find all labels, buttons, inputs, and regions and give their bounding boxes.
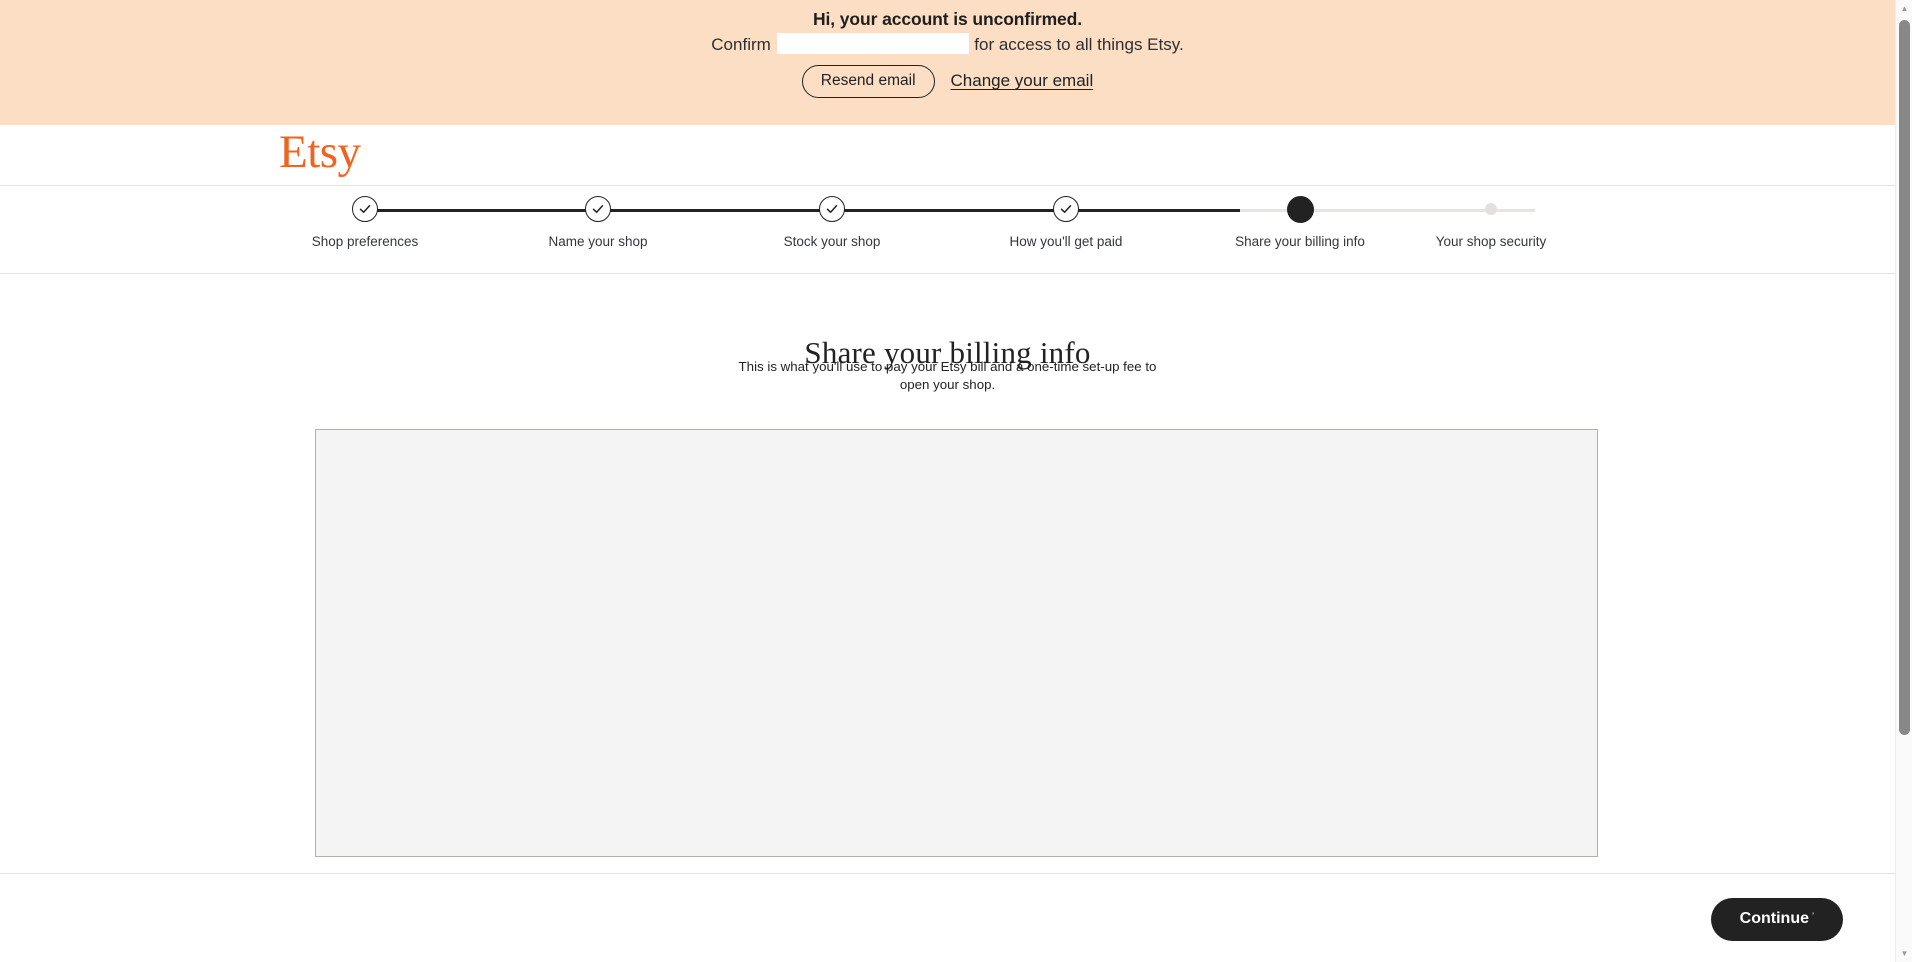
continue-caret-icon: ’: [1812, 911, 1814, 921]
billing-info-panel[interactable]: [315, 429, 1598, 857]
banner-line-prefix: Confirm: [711, 35, 771, 54]
banner-confirm-line: Confirm for access to all things Etsy.: [0, 33, 1895, 55]
continue-button[interactable]: Continue’: [1710, 898, 1843, 941]
change-email-link[interactable]: Change your email: [951, 71, 1094, 91]
step-label: Name your shop: [548, 234, 648, 249]
banner-actions: Resend email Change your email: [0, 65, 1895, 98]
step-stock-your-shop[interactable]: Stock your shop: [732, 186, 932, 249]
step-label: How you'll get paid: [1009, 234, 1123, 249]
scrollbar-thumb[interactable]: [1899, 20, 1910, 735]
page-content: Hi, your account is unconfirmed. Confirm…: [0, 0, 1895, 962]
resend-email-button[interactable]: Resend email: [801, 65, 935, 98]
scroll-down-arrow-icon[interactable]: ▼: [1896, 945, 1912, 962]
banner-line-suffix: for access to all things Etsy.: [974, 35, 1184, 54]
check-icon: [1053, 196, 1079, 222]
step-name-your-shop[interactable]: Name your shop: [498, 186, 698, 249]
step-label: Shop preferences: [311, 234, 419, 249]
step-node: [732, 186, 932, 232]
etsy-logo[interactable]: Etsy: [279, 129, 361, 176]
step-node: [1391, 186, 1591, 232]
current-step-dot-icon: [1286, 195, 1314, 223]
step-label: Stock your shop: [783, 234, 881, 249]
main-content: Share your billing info This is what you…: [0, 274, 1895, 886]
continue-label: Continue: [1739, 910, 1809, 927]
step-share-your-billing-info[interactable]: Share your billing info: [1200, 186, 1400, 249]
upcoming-step-dot-icon: [1485, 203, 1497, 215]
check-icon: [585, 196, 611, 222]
scroll-up-arrow-icon[interactable]: ▲: [1896, 0, 1912, 17]
step-shop-preferences[interactable]: Shop preferences: [265, 186, 465, 249]
check-icon: [819, 196, 845, 222]
browser-viewport: Hi, your account is unconfirmed. Confirm…: [0, 0, 1912, 962]
step-node: [265, 186, 465, 232]
step-node: [498, 186, 698, 232]
step-node: [966, 186, 1166, 232]
step-node: [1200, 186, 1400, 232]
step-label: Share your billing info: [1235, 234, 1365, 249]
progress-stepper: Shop preferences Name your shop Stock yo…: [305, 186, 1585, 274]
onboarding-progress-section: Shop preferences Name your shop Stock yo…: [0, 186, 1895, 274]
step-how-youll-get-paid[interactable]: How you'll get paid: [966, 186, 1166, 249]
step-your-shop-security[interactable]: Your shop security: [1391, 186, 1591, 249]
banner-email-value: [776, 33, 969, 54]
page-subtitle: This is what you'll use to pay your Etsy…: [738, 359, 1157, 392]
site-header: Etsy: [0, 125, 1895, 186]
check-icon: [352, 196, 378, 222]
banner-title: Hi, your account is unconfirmed.: [812, 9, 1083, 29]
step-label: Your shop security: [1435, 234, 1547, 249]
unconfirmed-account-banner: Hi, your account is unconfirmed. Confirm…: [0, 0, 1895, 125]
vertical-scrollbar[interactable]: ▲ ▼: [1895, 0, 1912, 962]
footer-action-bar: Continue’: [0, 873, 1895, 962]
